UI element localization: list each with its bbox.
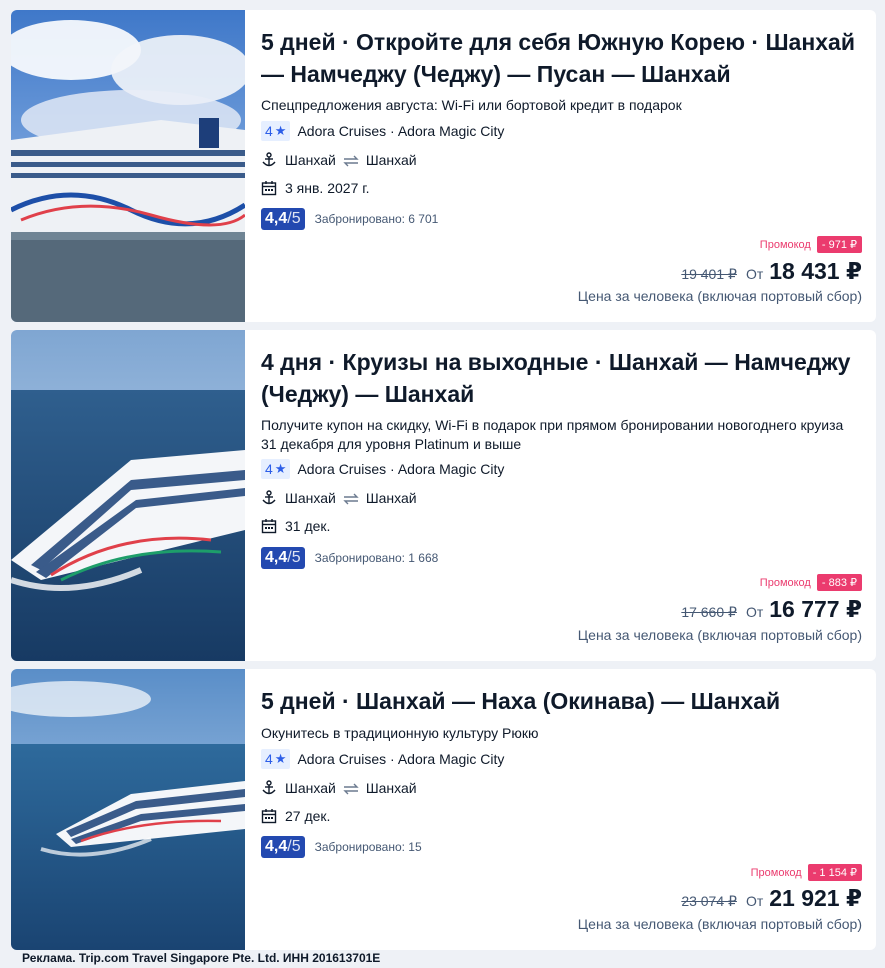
cruise-card-1[interactable]: 5 дней · Откройте для себя Южную Корею ·… (11, 10, 876, 322)
rating-badge: 4,4/5 (261, 836, 305, 858)
discount-amount: - 883 ₽ (816, 574, 862, 591)
to-port: Шанхай (365, 152, 417, 168)
star-count: 4 (265, 751, 273, 767)
departure-date: 3 янв. 2027 г. (285, 180, 370, 196)
current-price: 18 431 ₽ (769, 258, 862, 284)
ship-image (11, 330, 245, 661)
anchor-icon (261, 490, 277, 506)
ship-image (11, 10, 245, 322)
calendar-icon (261, 808, 277, 824)
cruise-photo[interactable] (11, 10, 245, 322)
rating-row: 4,4/5 Забронировано: 1 668 (261, 547, 438, 569)
route-row: Шанхай Шанхай (261, 490, 417, 506)
promo-text: Окунитесь в традиционную культуру Рюкю (261, 725, 539, 741)
to-port: Шанхай (365, 490, 417, 506)
cruise-line-row: 4 ★ Adora Cruises · Adora Magic City (261, 121, 504, 141)
cruise-photo[interactable] (11, 330, 245, 661)
rating-row: 4,4/5 Забронировано: 15 (261, 836, 422, 858)
price-note: Цена за человека (включая портовый сбор) (577, 627, 862, 643)
round-trip-icon (343, 782, 359, 795)
from-label: От (745, 893, 764, 909)
cruise-title[interactable]: 4 дня · Круизы на выходные · Шанхай — На… (261, 346, 862, 410)
old-price: 17 660 ₽ (681, 604, 737, 620)
from-port: Шанхай (285, 152, 336, 168)
promo-code-label: Промокод (759, 238, 811, 251)
old-price: 23 074 ₽ (681, 893, 737, 909)
cruise-line-row: 4 ★ Adora Cruises · Adora Magic City (261, 459, 504, 479)
route-row: Шанхай Шанхай (261, 780, 417, 796)
date-row: 3 янв. 2027 г. (261, 180, 370, 196)
calendar-icon (261, 518, 277, 534)
price-note: Цена за человека (включая портовый сбор) (577, 288, 862, 304)
ad-disclaimer: Реклама. Trip.com Travel Singapore Pte. … (22, 951, 381, 965)
cruise-photo[interactable] (11, 669, 245, 950)
route-row: Шанхай Шанхай (261, 152, 417, 168)
promo-text: Спецпредложения августа: Wi-Fi или борто… (261, 97, 682, 113)
booked-count: Забронировано: 1 668 (314, 551, 439, 565)
departure-date: 31 дек. (285, 518, 331, 534)
price-row: 17 660 ₽ От 16 777 ₽ (681, 596, 862, 623)
booked-count: Забронировано: 15 (314, 840, 422, 854)
calendar-icon (261, 180, 277, 196)
star-icon: ★ (274, 461, 287, 476)
rating-value: 4,4 (265, 838, 288, 855)
promo-code-tag: Промокод - 971 ₽ (760, 236, 862, 253)
rating-scale: /5 (287, 210, 301, 227)
promo-code-label: Промокод (759, 576, 811, 589)
current-price: 16 777 ₽ (769, 596, 862, 622)
from-label: От (745, 604, 764, 620)
departure-date: 27 дек. (285, 808, 331, 824)
price-note: Цена за человека (включая портовый сбор) (577, 916, 862, 932)
cruise-title[interactable]: 5 дней · Откройте для себя Южную Корею ·… (261, 26, 862, 90)
anchor-icon (261, 152, 277, 168)
star-count: 4 (265, 461, 273, 477)
cruise-card-2[interactable]: 4 дня · Круизы на выходные · Шанхай — На… (11, 330, 876, 661)
cruise-title[interactable]: 5 дней · Шанхай — Наха (Окинава) — Шанха… (261, 685, 862, 717)
round-trip-icon (343, 154, 359, 167)
discount-amount: - 971 ₽ (816, 236, 862, 253)
ship-image (11, 669, 245, 950)
promo-text: Получите купон на скидку, Wi-Fi в подаро… (261, 417, 844, 452)
rating-scale: /5 (287, 549, 301, 566)
from-port: Шанхай (285, 780, 336, 796)
cruise-line-name: Adora Cruises · Adora Magic City (297, 123, 505, 139)
price-row: 23 074 ₽ От 21 921 ₽ (681, 885, 862, 912)
rating-value: 4,4 (265, 549, 288, 566)
promo-code-tag: Промокод - 1 154 ₽ (751, 864, 862, 881)
cruise-line-name: Adora Cruises · Adora Magic City (297, 751, 505, 767)
star-badge: 4 ★ (261, 459, 291, 479)
current-price: 21 921 ₽ (769, 885, 862, 911)
from-port: Шанхай (285, 490, 336, 506)
from-label: От (745, 266, 764, 282)
cruise-line-name: Adora Cruises · Adora Magic City (297, 461, 505, 477)
star-badge: 4 ★ (261, 121, 291, 141)
date-row: 27 дек. (261, 808, 330, 824)
rating-badge: 4,4/5 (261, 208, 305, 230)
promo-code-tag: Промокод - 883 ₽ (760, 574, 862, 591)
star-icon: ★ (274, 751, 287, 766)
date-row: 31 дек. (261, 518, 330, 534)
cruise-card-3[interactable]: 5 дней · Шанхай — Наха (Окинава) — Шанха… (11, 669, 876, 950)
rating-value: 4,4 (265, 210, 288, 227)
rating-badge: 4,4/5 (261, 547, 305, 569)
rating-row: 4,4/5 Забронировано: 6 701 (261, 208, 438, 230)
cruise-line-row: 4 ★ Adora Cruises · Adora Magic City (261, 749, 504, 769)
to-port: Шанхай (365, 780, 417, 796)
star-icon: ★ (274, 123, 287, 138)
promo-code-label: Промокод (750, 866, 802, 879)
round-trip-icon (343, 492, 359, 505)
booked-count: Забронировано: 6 701 (314, 212, 439, 226)
price-row: 19 401 ₽ От 18 431 ₽ (681, 258, 862, 285)
anchor-icon (261, 780, 277, 796)
old-price: 19 401 ₽ (681, 266, 737, 282)
star-count: 4 (265, 123, 273, 139)
star-badge: 4 ★ (261, 749, 291, 769)
discount-amount: - 1 154 ₽ (807, 864, 862, 881)
rating-scale: /5 (287, 838, 301, 855)
